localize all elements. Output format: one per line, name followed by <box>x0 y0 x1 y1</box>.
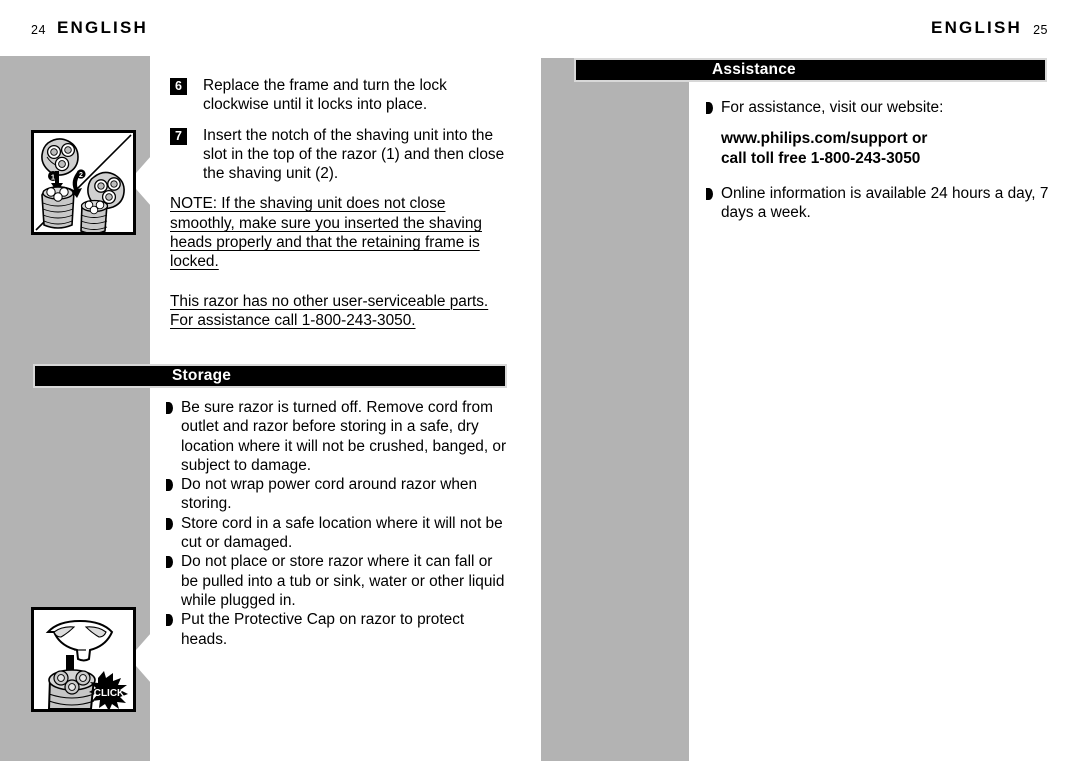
contact-block: www.philips.com/support or call toll fre… <box>706 129 1056 168</box>
list-item: Be sure razor is turned off. Remove cord… <box>166 398 512 475</box>
svg-text:1: 1 <box>51 173 55 182</box>
note-text: NOTE: If the shaving unit does not close… <box>170 195 482 271</box>
right-page-running-head: ENGLISH <box>931 18 1022 37</box>
step-item: 7 Insert the notch of the shaving unit i… <box>170 126 510 184</box>
click-label: CLICK <box>94 688 125 699</box>
list-item-text: Online information is available 24 hours… <box>721 184 1049 222</box>
list-item-text: For assistance, visit our website: <box>721 99 944 116</box>
assistance-content-block: For assistance, visit our website: www.p… <box>706 98 1056 222</box>
right-page-side-band <box>541 75 689 761</box>
list-item-text: Do not place or store razor where it can… <box>181 553 505 609</box>
bullet-marker-icon <box>166 402 173 414</box>
left-page: 24 ENGLISH 1 2 CLICK 6 Replace the frame… <box>0 0 540 761</box>
list-item: Store cord in a safe location where it w… <box>166 514 512 553</box>
step-item: 6 Replace the frame and turn the lock cl… <box>170 76 510 115</box>
storage-section-title: Storage <box>172 367 232 384</box>
storage-bullets-block: Be sure razor is turned off. Remove cord… <box>166 398 512 649</box>
step-text: Insert the notch of the shaving unit int… <box>203 126 505 183</box>
service-note-text: This razor has no other user-serviceable… <box>170 292 489 329</box>
list-item: Do not place or store razor where it can… <box>166 552 512 610</box>
shaving-unit-insert-figure: 1 2 <box>31 130 136 235</box>
protective-cap-click-illustration: CLICK <box>34 610 133 709</box>
step-number-badge: 7 <box>170 127 187 145</box>
left-page-folio: 24 <box>31 23 46 37</box>
list-item-text: Put the Protective Cap on razor to prote… <box>181 611 465 648</box>
bullet-marker-icon <box>706 187 713 200</box>
right-page-folio: 25 <box>1033 23 1048 37</box>
assistance-section-bar: Assistance <box>574 58 1047 82</box>
bullet-marker-icon <box>166 479 173 492</box>
step-text: Replace the frame and turn the lock cloc… <box>203 77 447 114</box>
list-item: For assistance, visit our website: <box>706 98 1056 117</box>
assistance-bullet-list-top: For assistance, visit our website: <box>706 98 1056 117</box>
right-page: ENGLISH 25 Assistance For assistance, vi… <box>540 0 1080 761</box>
website-line: www.philips.com/support or <box>721 130 928 148</box>
storage-section-bar: Storage <box>33 364 507 388</box>
list-item-text: Store cord in a safe location where it w… <box>181 514 503 552</box>
assistance-bullet-list-bottom: Online information is available 24 hours… <box>706 184 1056 223</box>
bullet-marker-icon <box>706 102 713 114</box>
assistance-section-title: Assistance <box>712 61 796 78</box>
storage-bullet-list: Be sure razor is turned off. Remove cord… <box>166 398 512 649</box>
step-number-badge: 6 <box>170 78 187 95</box>
left-page-running-head: ENGLISH <box>57 18 148 37</box>
phone-line: call toll free 1-800-243-3050 <box>721 149 921 167</box>
bullet-marker-icon <box>166 614 173 627</box>
bullet-marker-icon <box>166 556 173 569</box>
right-page-side-band-top <box>541 58 574 76</box>
list-item: Put the Protective Cap on razor to prote… <box>166 610 512 649</box>
bullet-marker-icon <box>166 517 173 530</box>
left-page-steps-block: 6 Replace the frame and turn the lock cl… <box>170 76 510 330</box>
shaving-unit-insert-illustration: 1 2 <box>34 133 133 232</box>
protective-cap-click-figure: CLICK <box>31 607 136 712</box>
list-item: Online information is available 24 hours… <box>706 184 1056 223</box>
list-item: Do not wrap power cord around razor when… <box>166 475 512 514</box>
list-item-text: Do not wrap power cord around razor when… <box>181 476 477 513</box>
list-item-text: Be sure razor is turned off. Remove cord… <box>181 399 507 474</box>
svg-text:2: 2 <box>79 172 83 179</box>
